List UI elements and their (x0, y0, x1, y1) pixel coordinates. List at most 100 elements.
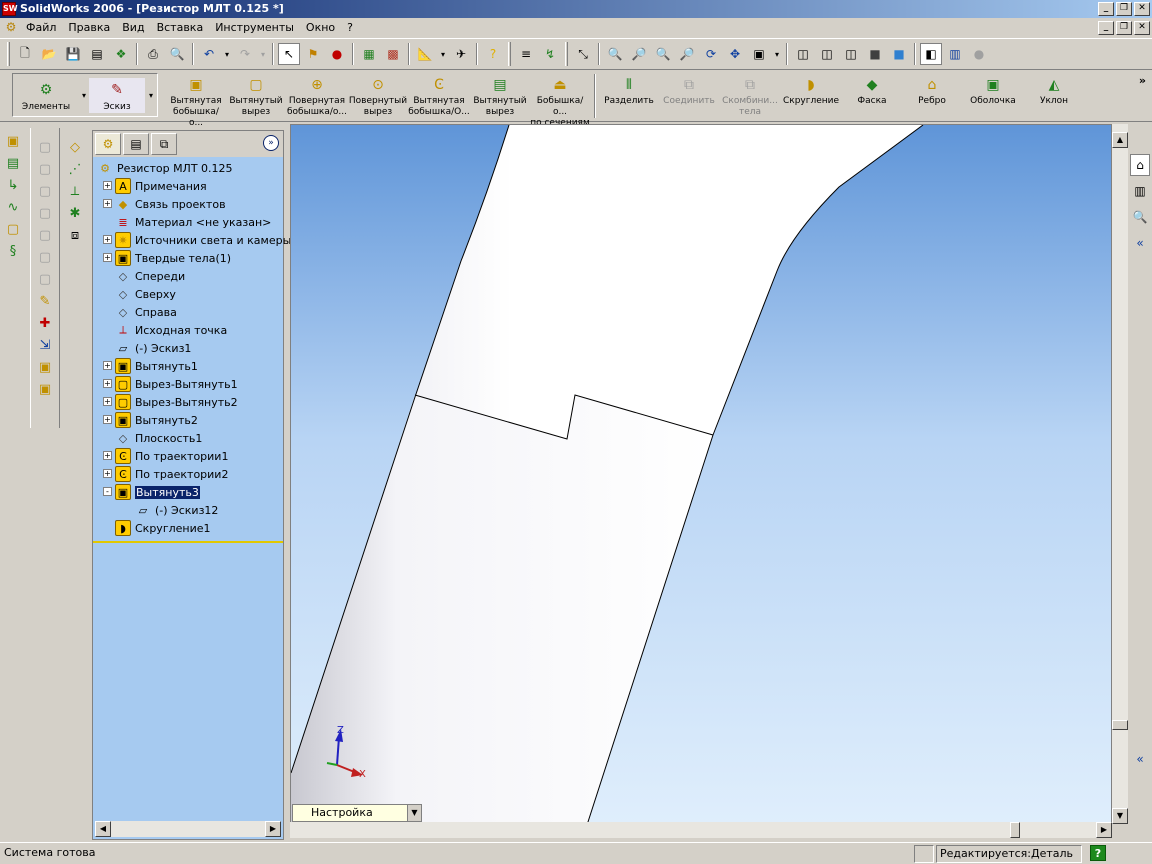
home-icon[interactable]: ⌂ (1130, 154, 1150, 176)
doc-restore-button[interactable]: ❐ (1116, 21, 1132, 35)
menu-file[interactable]: Файл (20, 19, 62, 37)
measure-dropdown-icon[interactable]: ▾ (438, 43, 448, 65)
menu-tools[interactable]: Инструменты (209, 19, 300, 37)
extruded-boss-button[interactable]: ▣ Вытянутая бобышка/о... (166, 70, 226, 129)
feature-tree-item[interactable]: ◇ Справа (115, 303, 177, 321)
tab-features[interactable]: ⚙ Элементы (13, 78, 79, 113)
feature-tree-item[interactable]: + ▢ Вырез-Вытянуть1 (103, 375, 238, 393)
toolbar-grip[interactable] (565, 42, 568, 66)
box-icon[interactable]: ▢ (34, 246, 56, 268)
draft-button[interactable]: ◭ Уклон (1024, 70, 1084, 107)
expand-icon[interactable]: + (103, 199, 112, 208)
menu-window[interactable]: Окно (300, 19, 341, 37)
zoom-to-fit-icon[interactable]: 🔍 (604, 43, 626, 65)
extruded-cut-button[interactable]: ▢ Вытянутый вырез (226, 70, 286, 118)
doc-minimize-button[interactable]: _ (1098, 21, 1114, 35)
file-explorer-icon[interactable]: 🔍 (1130, 206, 1150, 228)
expand-icon[interactable]: + (103, 451, 112, 460)
solidworks-menu-icon[interactable]: ⚙ (2, 20, 20, 36)
tab-sketch[interactable]: ✎ Эскиз (89, 77, 145, 113)
realview-icon[interactable]: ● (968, 43, 990, 65)
zoom-in-out-icon[interactable]: 🔍 (652, 43, 674, 65)
options-grid-icon[interactable]: ▦ (358, 43, 380, 65)
shadows-icon[interactable]: ◧ (920, 43, 942, 65)
sketch-tools-icon[interactable]: ↯ (539, 43, 561, 65)
scroll-right-icon[interactable]: ▶ (1096, 822, 1112, 838)
feature-tree-item[interactable]: ◇ Плоскость1 (115, 429, 203, 447)
box-icon[interactable]: ▢ (34, 224, 56, 246)
box-icon[interactable]: ▢ (34, 158, 56, 180)
revolved-cut-button[interactable]: ⊙ Повернутый вырез (348, 70, 408, 118)
helix-icon[interactable]: § (2, 240, 24, 262)
expand-icon[interactable]: + (103, 415, 112, 424)
swept-cut-button[interactable]: ▤ Вытянутый вырез (470, 70, 530, 118)
help-icon[interactable]: ? (482, 43, 504, 65)
open-icon[interactable]: 📂 (38, 43, 60, 65)
library-icon[interactable]: ▥ (1130, 180, 1150, 202)
mate-reference-icon[interactable]: ⧈ (64, 224, 86, 246)
configuration-manager-tab-icon[interactable]: ⧉ (151, 133, 177, 155)
rebuild-feature-icon[interactable]: ▣ (34, 378, 56, 400)
hscroll-thumb[interactable] (1010, 822, 1020, 838)
add-relation-icon[interactable]: ✚ (34, 312, 56, 334)
restore-button[interactable]: ❐ (1116, 2, 1132, 16)
feature-tree-item[interactable]: ◇ Спереди (115, 267, 185, 285)
new-icon[interactable]: 🗋 (14, 43, 36, 65)
zoom-to-area-icon[interactable]: 🔎 (628, 43, 650, 65)
instant-3d-icon[interactable]: ▣ (34, 356, 56, 378)
shell-button[interactable]: ▣ Оболочка (962, 70, 1024, 107)
property-manager-tab-icon[interactable]: ▤ (123, 133, 149, 155)
menu-help[interactable]: ? (341, 19, 359, 37)
box-icon[interactable]: ▢ (34, 136, 56, 158)
shell-icon[interactable]: ▢ (2, 218, 24, 240)
tab-features-dropdown[interactable]: ▾ (79, 91, 89, 100)
save-icon[interactable]: 💾 (62, 43, 84, 65)
plane-icon[interactable]: ◇ (64, 136, 86, 158)
toolbar-grip[interactable] (7, 42, 10, 66)
feature-tree-item[interactable]: + ◆ Связь проектов (103, 195, 226, 213)
feature-tree-item[interactable]: + ✷ Источники света и камеры (103, 231, 291, 249)
expand-panel-icon[interactable]: » (263, 135, 279, 151)
menu-view[interactable]: Вид (116, 19, 150, 37)
scroll-right-icon[interactable]: ▶ (265, 821, 281, 837)
box-icon[interactable]: ▢ (34, 202, 56, 224)
box-icon[interactable]: ▢ (34, 268, 56, 290)
minimize-button[interactable]: _ (1098, 2, 1114, 16)
feature-tree-item[interactable]: ⚙ Резистор МЛТ 0.125 (97, 159, 232, 177)
redo-dropdown-icon[interactable]: ▾ (258, 43, 268, 65)
scroll-down-icon[interactable]: ▼ (1112, 808, 1128, 824)
move-icon[interactable]: ⇲ (34, 334, 56, 356)
toolbar-grip[interactable] (508, 42, 511, 66)
sketch-line-icon[interactable]: ↳ (2, 174, 24, 196)
select-icon[interactable]: ↖ (278, 43, 300, 65)
feature-tree-hscroll[interactable]: ◀ ▶ (95, 821, 281, 837)
revolved-boss-button[interactable]: ⊕ Повернутая бобышка/о... (286, 70, 348, 118)
menu-insert[interactable]: Вставка (151, 19, 210, 37)
scroll-up-icon[interactable]: ▲ (1112, 132, 1128, 148)
make-assembly-icon[interactable]: ❖ (110, 43, 132, 65)
expand-icon[interactable]: + (103, 235, 112, 244)
shaded-icon[interactable]: ■ (888, 43, 910, 65)
axis-icon[interactable]: ⋰ (64, 158, 86, 180)
feature-tree-item[interactable]: ⟂ Исходная точка (115, 321, 227, 339)
view-3d-icon[interactable]: ▣ (748, 43, 770, 65)
zoom-to-selection-icon[interactable]: 🔎 (676, 43, 698, 65)
brick-icon[interactable]: ▩ (382, 43, 404, 65)
feature-tree-item[interactable]: ◗ Скругление1 (115, 519, 211, 537)
fillet-button[interactable]: ◗ Скругление (780, 70, 842, 107)
point-icon[interactable]: ✱ (64, 202, 86, 224)
collapse-pane-icon[interactable]: « (1130, 232, 1150, 254)
pan-icon[interactable]: ✥ (724, 43, 746, 65)
redo-icon[interactable]: ↷ (234, 43, 256, 65)
expand-icon[interactable]: + (103, 181, 112, 190)
doc-close-button[interactable]: ✕ (1134, 21, 1150, 35)
chamfer-button[interactable]: ◆ Фаска (842, 70, 902, 107)
scroll-left-icon[interactable]: ◀ (95, 821, 111, 837)
chevron-down-icon[interactable]: ▼ (407, 805, 421, 821)
box-icon[interactable]: ▢ (34, 180, 56, 202)
coordinate-system-icon[interactable]: ⟂ (64, 180, 86, 202)
join-button[interactable]: ⧉ Соединить (658, 70, 720, 107)
close-button[interactable]: ✕ (1134, 2, 1150, 16)
feature-tree-item[interactable]: + A Примечания (103, 177, 207, 195)
loft-button[interactable]: ⏏ Бобышка/о... по сечениям (530, 70, 590, 129)
